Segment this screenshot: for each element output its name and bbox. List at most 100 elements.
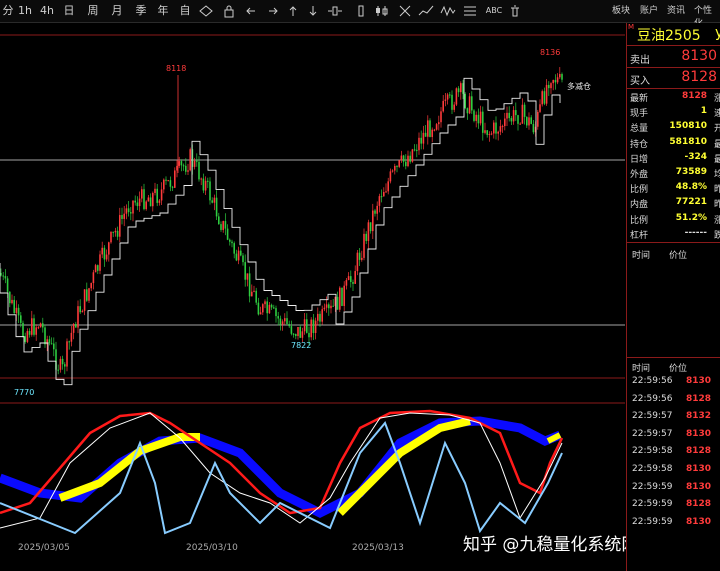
- quote-row: 现手 1 速: [627, 105, 720, 120]
- quote-row: 内盘 77221 昨: [627, 196, 720, 211]
- candle-body: [99, 254, 101, 271]
- candle-body: [202, 178, 205, 191]
- wave-icon[interactable]: [440, 4, 456, 18]
- candle-body: [231, 241, 233, 244]
- quote-label: 比例: [630, 185, 649, 196]
- delete-icon[interactable]: [508, 4, 522, 18]
- candle-body: [90, 283, 92, 289]
- quote-value: 48.8%: [675, 182, 707, 193]
- fibonacci-icon[interactable]: [462, 4, 478, 18]
- quote-panel: M 豆油2505 y 卖出 8130 买入 8128 最新 8128 涨现手 1 速总量…: [626, 23, 720, 571]
- tick-price: 8132: [686, 411, 712, 422]
- period-week-button[interactable]: 周: [86, 3, 100, 19]
- candle-body: [200, 178, 202, 180]
- candlestick-icon[interactable]: [374, 4, 390, 18]
- candle-body: [339, 287, 341, 310]
- candle-body: [136, 202, 139, 207]
- tick-time: 22:59:56: [632, 376, 673, 386]
- candle-body: [389, 171, 392, 182]
- candle-body: [561, 74, 563, 80]
- kline-chart-panel[interactable]: 8118 8136 7822 7770 多减仓: [0, 23, 625, 553]
- candle-body: [424, 132, 427, 137]
- candle-body: [187, 170, 189, 172]
- candlestick-chart[interactable]: 8118 8136 7822 7770 多减仓: [0, 23, 625, 540]
- candle-body: [418, 137, 420, 151]
- candle-body: [266, 301, 268, 314]
- candle-body: [255, 290, 257, 303]
- candle-body: [515, 110, 517, 116]
- sell-row: 卖出 8130: [630, 48, 717, 66]
- candle-body: [13, 299, 15, 314]
- bar-expand-icon[interactable]: [326, 4, 344, 18]
- indicator-blue-band: [0, 416, 562, 519]
- candle-body: [314, 320, 317, 333]
- candle-body: [176, 165, 178, 171]
- quote-label: 最新: [630, 94, 649, 104]
- candle-body: [336, 296, 339, 310]
- candle-body: [429, 120, 431, 137]
- arrow-down-icon[interactable]: [306, 4, 320, 18]
- candle-body: [83, 289, 86, 311]
- tick-row: 22:59:59 8130: [627, 479, 720, 496]
- candle-body: [440, 111, 442, 123]
- tick-price: 8130: [686, 481, 712, 492]
- tick-row: 22:59:57 8132: [627, 408, 720, 425]
- quote-value: 51.2%: [675, 212, 707, 223]
- candle-body: [189, 149, 191, 171]
- candle-body: [114, 230, 117, 233]
- symbol-header[interactable]: M 豆油2505 y: [627, 23, 720, 45]
- arrow-up-icon[interactable]: [286, 4, 300, 18]
- candle-body: [523, 104, 526, 117]
- menu-news[interactable]: 资讯: [667, 3, 685, 16]
- candle-body: [356, 252, 359, 272]
- candle-body: [154, 188, 156, 193]
- candle-body: [303, 319, 306, 332]
- period-year-button[interactable]: 年: [156, 3, 170, 19]
- candle-body: [61, 358, 64, 365]
- candle-body: [537, 111, 539, 127]
- candle-body: [222, 221, 224, 230]
- candle-body: [207, 180, 209, 182]
- candle-body: [182, 165, 185, 167]
- arrow-left-icon[interactable]: [244, 4, 258, 18]
- candle-body: [475, 114, 477, 121]
- tick-price: 8128: [686, 446, 712, 457]
- candle-body: [72, 323, 75, 333]
- text-tool-button[interactable]: ABC: [484, 3, 504, 19]
- candle-body: [532, 123, 535, 133]
- candle-body: [275, 308, 277, 317]
- ticks-header: 时间 价位: [632, 251, 688, 261]
- candle-body: [508, 112, 510, 119]
- drawing-tools-icon[interactable]: [398, 4, 412, 18]
- candle-body: [354, 271, 356, 284]
- line-chart-icon[interactable]: [418, 4, 434, 18]
- period-min-button[interactable]: 分: [2, 3, 14, 19]
- candle-body: [400, 155, 403, 161]
- period-custom-button[interactable]: 自: [178, 3, 192, 19]
- period-month-button[interactable]: 月: [110, 3, 124, 19]
- candle-body: [407, 155, 409, 167]
- period-4h-button[interactable]: 4h: [38, 3, 56, 19]
- arrow-right-icon[interactable]: [266, 4, 280, 18]
- buy-row: 买入 8128: [630, 69, 717, 87]
- candle-body: [152, 192, 154, 207]
- candle-body: [4, 276, 7, 279]
- bar-shrink-icon[interactable]: [354, 4, 368, 18]
- candle-body: [376, 205, 378, 214]
- period-day-button[interactable]: 日: [62, 3, 76, 19]
- candle-body: [394, 165, 396, 171]
- candle-body: [123, 213, 125, 219]
- period-quarter-button[interactable]: 季: [134, 3, 148, 19]
- diamond-icon[interactable]: [198, 4, 214, 18]
- tick-price: 8130: [686, 376, 712, 386]
- candle-body: [347, 276, 350, 281]
- lock-icon[interactable]: [222, 4, 236, 18]
- period-1h-button[interactable]: 1h: [17, 3, 33, 19]
- menu-account[interactable]: 账户: [640, 3, 658, 16]
- candle-body: [77, 306, 79, 328]
- candle-body: [328, 304, 330, 309]
- candle-body: [268, 304, 271, 314]
- candle-body: [510, 118, 513, 122]
- menu-sector[interactable]: 板块: [612, 3, 630, 16]
- candle-body: [101, 247, 103, 255]
